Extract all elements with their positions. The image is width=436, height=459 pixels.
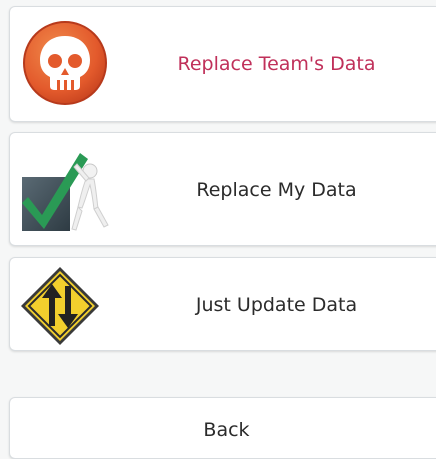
back-label: Back xyxy=(203,419,250,441)
just-update-data-button[interactable]: Just Update Data xyxy=(9,257,436,351)
back-button[interactable]: Back xyxy=(9,397,436,459)
replace-my-data-label: Replace My Data xyxy=(196,179,357,201)
skull-icon xyxy=(23,21,107,105)
replace-team-data-label: Replace Team's Data xyxy=(177,53,376,75)
replace-team-data-button[interactable]: Replace Team's Data xyxy=(9,6,436,122)
up-down-arrows-sign-icon xyxy=(21,267,99,345)
just-update-data-label: Just Update Data xyxy=(195,294,358,316)
replace-my-data-button[interactable]: Replace My Data xyxy=(9,132,436,246)
checkmark-figure-icon xyxy=(22,153,109,231)
